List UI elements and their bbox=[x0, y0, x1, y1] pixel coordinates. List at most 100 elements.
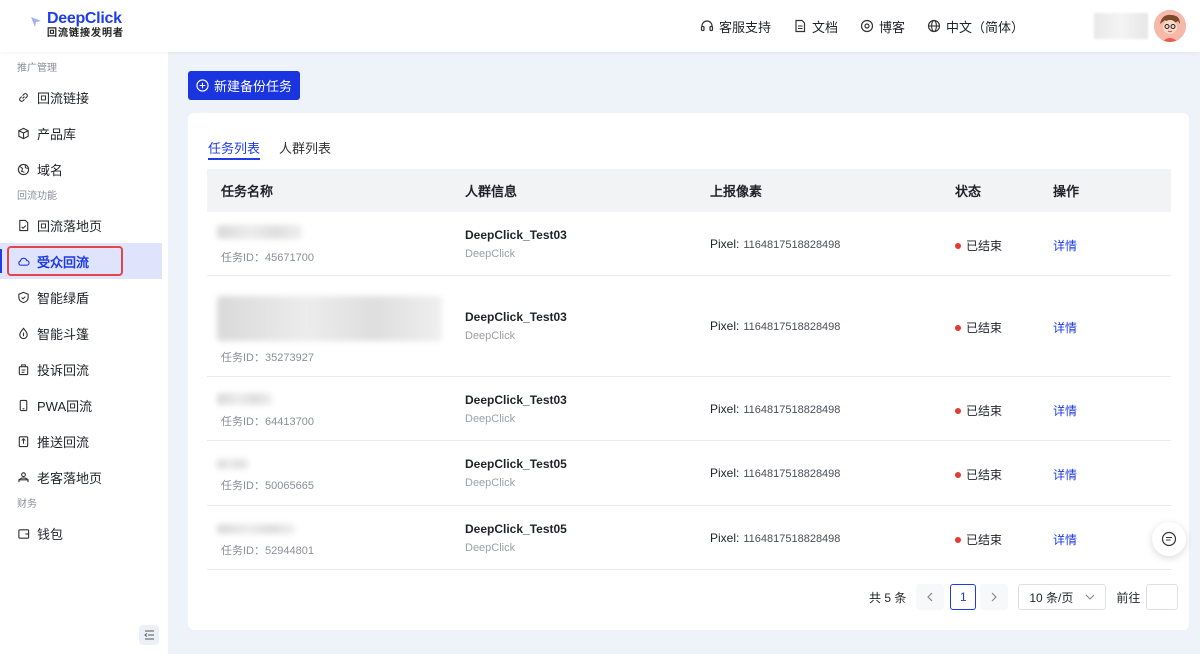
crowd-source: DeepClick bbox=[465, 542, 516, 554]
nav-blog[interactable]: 博客 bbox=[860, 17, 905, 36]
chevron-down-icon bbox=[1085, 594, 1095, 600]
task-name-blurred bbox=[217, 225, 302, 239]
col-header-actions: 操作 bbox=[1053, 184, 1080, 199]
crowd-name: DeepClick_Test05 bbox=[465, 522, 567, 536]
task-name-blurred bbox=[217, 393, 272, 405]
phone-icon bbox=[19, 399, 28, 411]
sidebar-item-wallet[interactable]: 钱包 bbox=[0, 515, 168, 551]
sidebar-item-landing-page[interactable]: 回流落地页 bbox=[0, 207, 168, 243]
status-badge: 已结束 bbox=[955, 531, 1002, 548]
sidebar-item-pwa-backflow[interactable]: PWA回流 bbox=[0, 387, 168, 423]
language-selector[interactable]: 中文（简体） bbox=[927, 17, 1024, 36]
task-name-blurred bbox=[217, 459, 249, 469]
username-blurred[interactable] bbox=[1094, 13, 1148, 39]
prev-page-button[interactable] bbox=[916, 584, 945, 610]
cursor-icon bbox=[31, 17, 41, 27]
sidebar-item-label: 产品库 bbox=[37, 126, 77, 142]
next-page-button[interactable] bbox=[980, 584, 1009, 610]
sidebar-item-label: 回流链接 bbox=[37, 90, 90, 106]
sidebar-item-label: 智能斗篷 bbox=[37, 326, 90, 342]
page-icon bbox=[19, 219, 29, 231]
task-id: 任务ID：45671700 bbox=[221, 252, 314, 264]
sidebar-item-smart-cloak[interactable]: 智能斗篷 bbox=[0, 315, 168, 351]
cloud-icon bbox=[18, 257, 30, 266]
sidebar-group-finance: 财务 bbox=[17, 499, 37, 510]
sidebar-item-label: 投诉回流 bbox=[37, 362, 90, 378]
cube-icon bbox=[18, 127, 29, 139]
users-icon bbox=[18, 471, 29, 482]
page-number-current[interactable]: 1 bbox=[950, 584, 977, 610]
avatar[interactable] bbox=[1154, 10, 1186, 42]
brand-name: DeepClick bbox=[47, 10, 122, 27]
nav-docs[interactable]: 文档 bbox=[793, 17, 838, 36]
crowd-source: DeepClick bbox=[465, 248, 516, 260]
collapse-icon bbox=[143, 630, 154, 640]
goto-label: 前往 bbox=[1116, 590, 1141, 605]
sidebar-item-label: 受众回流 bbox=[37, 254, 90, 270]
crowd-name: DeepClick_Test03 bbox=[465, 228, 567, 242]
tab-crowd-list[interactable]: 人群列表 bbox=[279, 138, 331, 160]
crowd-name: DeepClick_Test03 bbox=[465, 393, 567, 407]
details-link[interactable]: 详情 bbox=[1053, 237, 1077, 254]
sidebar-group-backflow: 回流功能 bbox=[17, 191, 57, 202]
nav-support[interactable]: 客服支持 bbox=[700, 17, 771, 36]
push-icon bbox=[18, 435, 29, 447]
link-icon bbox=[19, 92, 28, 102]
tab-task-list[interactable]: 任务列表 bbox=[208, 138, 261, 160]
page-size-select[interactable]: 10 条/页 bbox=[1018, 584, 1107, 610]
blog-icon bbox=[860, 19, 874, 33]
sidebar-item-label: 智能绿盾 bbox=[37, 290, 90, 306]
logo[interactable]: DeepClick 回流链接发明者 bbox=[30, 10, 124, 40]
table-header: 任务名称 人群信息 上报像素 状态 操作 bbox=[207, 169, 1171, 212]
document-icon bbox=[795, 19, 806, 33]
sidebar-item-complaint-backflow[interactable]: 投诉回流 bbox=[0, 351, 168, 387]
chevron-left-icon bbox=[927, 592, 933, 602]
task-name-blurred bbox=[217, 296, 442, 341]
sidebar-item-audience-backflow[interactable]: 受众回流 bbox=[0, 243, 162, 279]
pixel-info: Pixel: 1164817518828498 bbox=[710, 237, 841, 251]
col-header-crowd-info: 人群信息 bbox=[465, 184, 518, 199]
sidebar-group-promotion: 推广管理 bbox=[17, 63, 57, 74]
sidebar-item-label: 域名 bbox=[37, 162, 64, 178]
col-header-status: 状态 bbox=[955, 184, 982, 199]
complaint-icon bbox=[18, 363, 29, 375]
language-label: 中文（简体） bbox=[946, 19, 1025, 35]
status-badge: 已结束 bbox=[955, 237, 1002, 254]
task-id: 任务ID：52944801 bbox=[221, 545, 314, 557]
status-dot bbox=[955, 407, 961, 414]
sidebar-item-push-backflow[interactable]: 推送回流 bbox=[0, 423, 168, 459]
col-header-pixel: 上报像素 bbox=[710, 184, 763, 199]
details-link[interactable]: 详情 bbox=[1053, 466, 1077, 483]
globe-icon bbox=[17, 163, 30, 175]
chat-float-button[interactable] bbox=[1152, 522, 1186, 556]
details-link[interactable]: 详情 bbox=[1053, 319, 1077, 336]
brand-tagline: 回流链接发明者 bbox=[47, 28, 124, 39]
goto-page-input[interactable] bbox=[1146, 584, 1179, 610]
task-id: 任务ID：64413700 bbox=[221, 416, 314, 428]
collapse-sidebar-button[interactable] bbox=[139, 625, 159, 645]
task-panel: 任务列表 人群列表 任务名称 人群信息 上报像素 状态 操作 任务ID：4567… bbox=[188, 113, 1189, 630]
pixel-info: Pixel: 1164817518828498 bbox=[710, 531, 841, 545]
details-link[interactable]: 详情 bbox=[1053, 402, 1077, 419]
sidebar-item-backflow-links[interactable]: 回流链接 bbox=[0, 79, 168, 115]
sidebar-item-label: PWA回流 bbox=[37, 398, 93, 414]
pixel-info: Pixel: 1164817518828498 bbox=[710, 466, 841, 480]
sidebar-item-product-library[interactable]: 产品库 bbox=[0, 115, 168, 151]
pagination-total: 共 5 条 bbox=[869, 590, 907, 605]
status-dot bbox=[955, 536, 961, 543]
shield-icon bbox=[18, 291, 29, 303]
status-badge: 已结束 bbox=[955, 466, 1002, 483]
sidebar-item-label: 回流落地页 bbox=[37, 218, 103, 234]
sidebar: 推广管理 回流链接 产品库 域名 回流功能 回流落地页 受众回流 智能绿盾 智能… bbox=[0, 52, 168, 654]
task-id: 任务ID：35273927 bbox=[221, 352, 314, 364]
chat-icon bbox=[1161, 531, 1177, 547]
crowd-name: DeepClick_Test05 bbox=[465, 457, 567, 471]
task-name-blurred bbox=[217, 524, 295, 534]
sidebar-item-returning-customer-page[interactable]: 老客落地页 bbox=[0, 459, 168, 495]
details-link[interactable]: 详情 bbox=[1053, 531, 1077, 548]
sidebar-item-smart-shield[interactable]: 智能绿盾 bbox=[0, 279, 168, 315]
avatar-image bbox=[1154, 10, 1186, 42]
new-backup-task-button[interactable]: 新建备份任务 bbox=[188, 71, 300, 100]
table-row: 任务ID：45671700 DeepClick_Test03 DeepClick… bbox=[207, 212, 1171, 276]
sidebar-item-domain[interactable]: 域名 bbox=[0, 151, 168, 187]
